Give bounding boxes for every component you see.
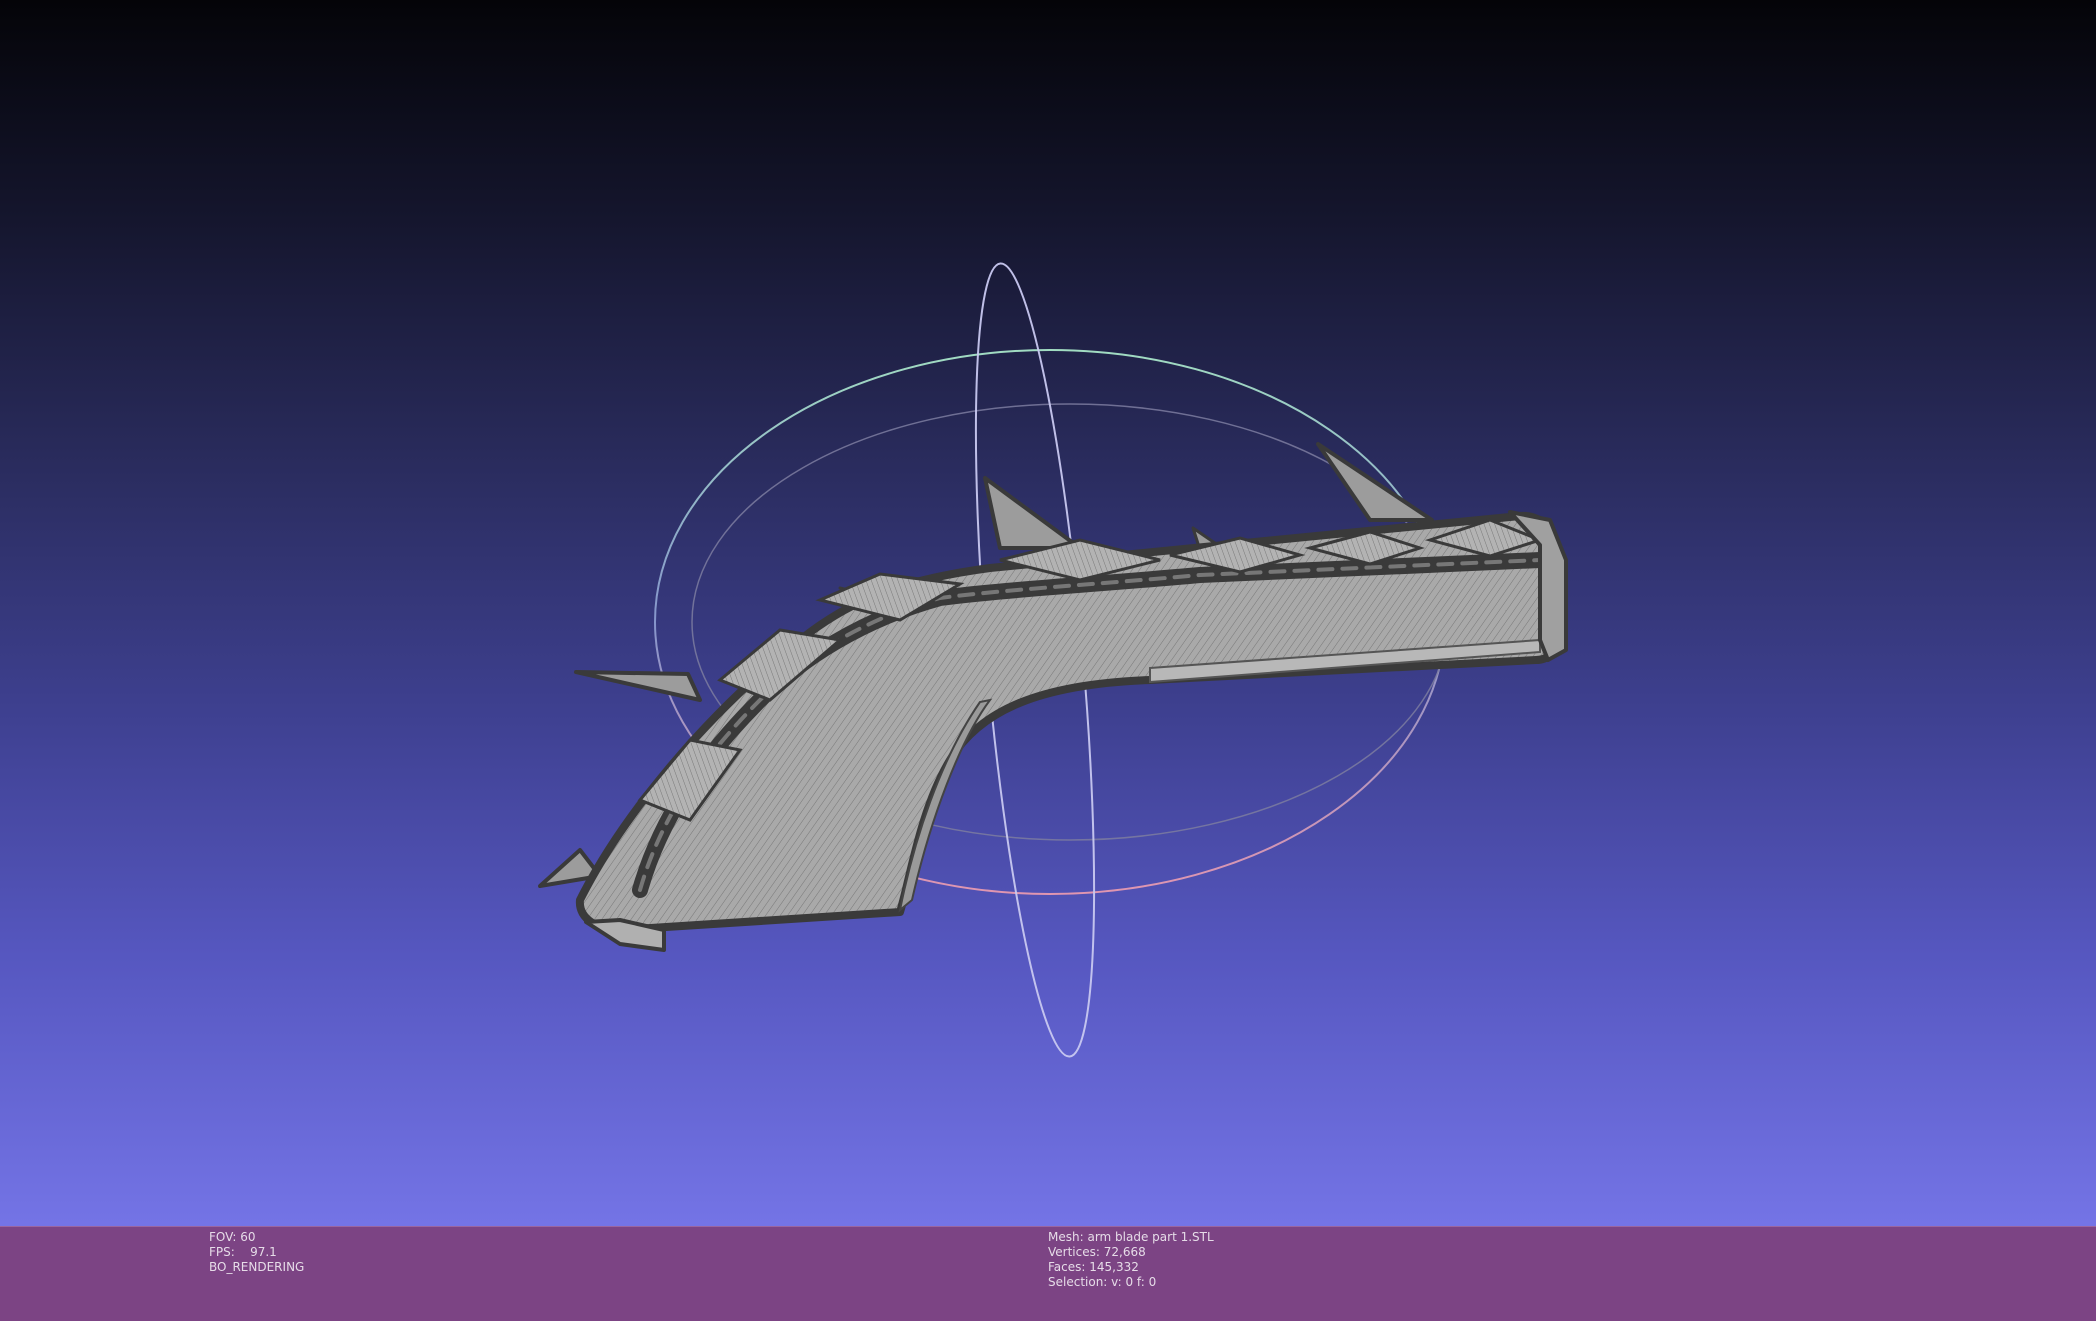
vertices-label: Vertices:: [1048, 1245, 1100, 1259]
selection-label: Selection:: [1048, 1275, 1108, 1289]
mesh-arm-blade[interactable]: [538, 442, 1568, 952]
fps-value: 97.1: [250, 1245, 277, 1259]
selection-value: v: 0 f: 0: [1111, 1275, 1157, 1289]
mesh-info: Mesh: arm blade part 1.STL Vertices: 72,…: [1048, 1230, 1214, 1290]
3d-scene[interactable]: [0, 0, 2096, 1226]
3d-viewport[interactable]: [0, 0, 2096, 1226]
faces-value: 145,332: [1089, 1260, 1139, 1274]
vertices-value: 72,668: [1103, 1245, 1146, 1259]
faces-label: Faces:: [1048, 1260, 1086, 1274]
render-mode: BO_RENDERING: [209, 1260, 305, 1274]
mesh-spike: [574, 670, 702, 702]
fov-readout: FOV: 60: [209, 1230, 304, 1245]
vertices-readout: Vertices: 72,668: [1048, 1245, 1214, 1260]
render-info: FOV: 60 FPS: 97.1 BO_RENDERING: [209, 1230, 304, 1275]
mesh-name: arm blade part 1.STL: [1087, 1230, 1214, 1244]
faces-readout: Faces: 145,332: [1048, 1260, 1214, 1275]
status-bar: FOV: 60 FPS: 97.1 BO_RENDERING Mesh: arm…: [0, 1226, 2096, 1321]
mesh-label: Mesh:: [1048, 1230, 1084, 1244]
fov-value: 60: [240, 1230, 256, 1244]
mesh-spike: [983, 476, 1082, 550]
fps-readout: FPS: 97.1: [209, 1245, 304, 1260]
fov-label: FOV:: [209, 1230, 237, 1244]
mesh-spike: [1316, 442, 1434, 522]
selection-readout: Selection: v: 0 f: 0: [1048, 1275, 1214, 1290]
fps-label: FPS:: [209, 1245, 235, 1259]
mesh-name-readout: Mesh: arm blade part 1.STL: [1048, 1230, 1214, 1245]
